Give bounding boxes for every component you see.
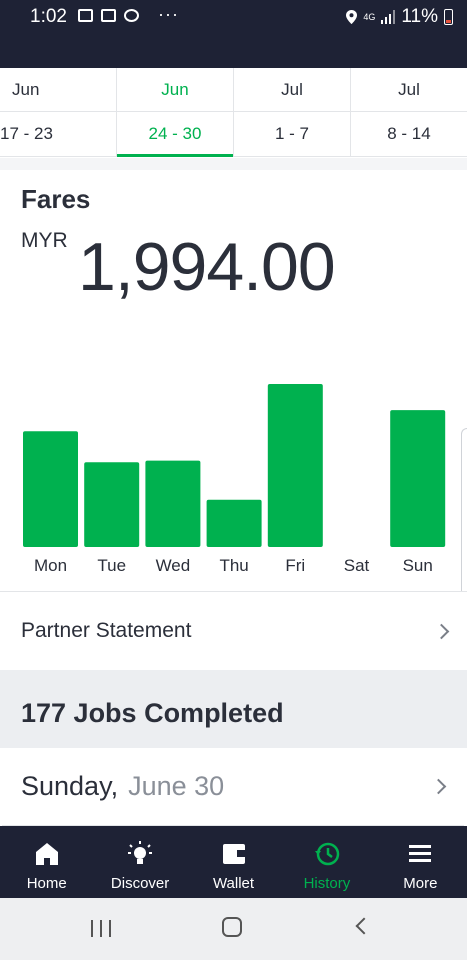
recent-apps-button[interactable] xyxy=(91,920,111,937)
system-icons: 4G 11% xyxy=(346,6,453,28)
week-tab-month: Jul xyxy=(234,68,350,112)
nav-home[interactable]: Home xyxy=(0,826,93,898)
day-name: Sunday, xyxy=(21,771,119,801)
system-nav-bar xyxy=(0,898,467,960)
battery-percent: 11% xyxy=(401,6,438,27)
notification-icons xyxy=(78,9,139,22)
back-button[interactable] xyxy=(355,917,373,935)
home-icon xyxy=(35,843,58,865)
nav-label: Home xyxy=(26,875,67,892)
bar-mon[interactable] xyxy=(23,431,78,547)
partner-statement-label: Partner Statement xyxy=(21,619,192,642)
nav-wallet[interactable]: Wallet xyxy=(187,826,280,898)
chart-edge-handle xyxy=(461,428,467,608)
week-tab-jun-24[interactable]: Jun 24 - 30 xyxy=(117,68,234,157)
wallet-icon xyxy=(222,844,245,864)
day-label-sun: Sun xyxy=(403,556,433,575)
lightbulb-icon xyxy=(128,841,153,864)
car-icon xyxy=(101,9,116,22)
nav-label: More xyxy=(403,875,438,892)
sync-icon xyxy=(124,9,139,22)
nav-label: History xyxy=(303,875,351,892)
fares-title: Fares xyxy=(21,184,91,214)
week-tab-range: 17 - 23 xyxy=(0,124,53,143)
day-label-mon: Mon xyxy=(34,556,67,575)
battery-icon xyxy=(444,9,453,25)
signal-icon xyxy=(381,10,396,24)
day-label-tue: Tue xyxy=(97,556,126,575)
day-label-thu: Thu xyxy=(219,556,248,575)
week-tab-month: Jun xyxy=(117,68,233,112)
history-icon xyxy=(314,842,340,866)
week-tab-month: Jun xyxy=(0,68,116,112)
bar-fri[interactable] xyxy=(267,384,323,547)
image-icon xyxy=(78,9,93,22)
week-tab-month: Jul xyxy=(351,68,467,112)
home-button[interactable] xyxy=(222,917,242,937)
day-date: June 30 xyxy=(128,771,225,801)
bar-thu[interactable] xyxy=(206,499,262,547)
day-label-sat: Sat xyxy=(344,556,370,575)
network-type: 4G xyxy=(363,12,376,22)
week-tab-range: 24 - 30 xyxy=(148,124,202,143)
nav-discover[interactable]: Discover xyxy=(93,826,186,898)
week-tab-jun-17[interactable]: Jun 17 - 23 xyxy=(0,68,117,156)
chevron-right-icon xyxy=(430,778,447,795)
status-bar: 1:02 ··· 4G 11% xyxy=(0,0,467,68)
location-icon xyxy=(346,10,358,24)
nav-more[interactable]: More xyxy=(374,826,467,898)
week-tabs: Jun 17 - 23 Jun 24 - 30 Jul 1 - 7 Jul 8 … xyxy=(0,68,467,157)
nav-label: Wallet xyxy=(212,875,255,892)
nav-label: Discover xyxy=(110,875,170,892)
bar-wed[interactable] xyxy=(145,460,201,547)
fares-currency: MYR xyxy=(21,229,68,252)
nav-history[interactable]: History xyxy=(280,826,373,898)
fares-amount: 1,994.00 xyxy=(78,229,336,305)
day-label-fri: Fri xyxy=(285,556,305,575)
more-notifications-icon: ··· xyxy=(158,4,179,24)
bar-sun[interactable] xyxy=(390,410,446,547)
bottom-nav: Home Discover Wallet History More xyxy=(0,826,467,898)
daily-fares-chart: Mon Tue Wed Thu Fri Sat Sun xyxy=(23,384,446,575)
menu-icon xyxy=(409,845,432,862)
chevron-right-icon xyxy=(433,623,450,639)
bar-tue[interactable] xyxy=(84,462,140,547)
day-row-sunday[interactable]: Sunday, June 30 xyxy=(2,748,464,826)
jobs-completed-title: 177 Jobs Completed xyxy=(21,698,284,728)
week-tab-range: 1 - 7 xyxy=(274,124,310,143)
status-time: 1:02 xyxy=(30,6,67,27)
week-tab-jul-8[interactable]: Jul 8 - 14 xyxy=(351,68,467,156)
week-tab-jul-1[interactable]: Jul 1 - 7 xyxy=(234,68,351,156)
partner-statement-row[interactable]: Partner Statement xyxy=(0,591,467,670)
section-divider xyxy=(0,158,467,170)
day-label-wed: Wed xyxy=(156,556,191,575)
week-tab-range: 8 - 14 xyxy=(387,124,431,143)
